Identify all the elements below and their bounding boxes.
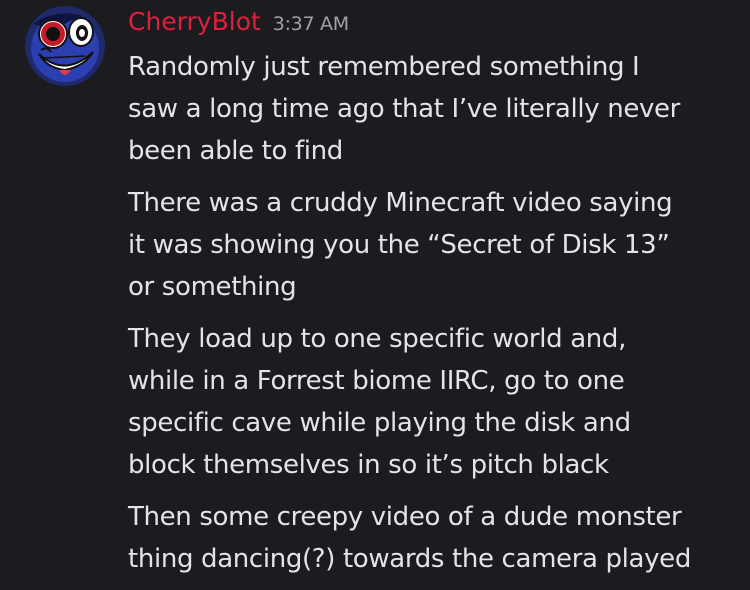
avatar[interactable] — [25, 6, 105, 86]
message-line: thing dancing(?) towards the camera play… — [128, 544, 691, 574]
message-line: Randomly just remembered something I — [128, 52, 640, 82]
message-line: Then some creepy video of a dude monster — [128, 502, 682, 532]
message-line: There was a cruddy Minecraft video sayin… — [128, 188, 673, 218]
message-paragraph: Then some creepy video of a dude monster… — [128, 496, 738, 580]
message-paragraph: They load up to one specific world and, … — [128, 318, 738, 486]
timestamp: 3:37 AM — [272, 13, 349, 35]
message-line: or something — [128, 272, 297, 302]
message-header: CherryBlot 3:37 AM — [128, 4, 349, 44]
message-line: while in a Forrest biome IIRC, go to one — [128, 366, 625, 396]
message-line: it was showing you the “Secret of Disk 1… — [128, 230, 670, 260]
message-line: block themselves in so it’s pitch black — [128, 450, 609, 480]
author-name[interactable]: CherryBlot — [128, 4, 261, 40]
message-line: specific cave while playing the disk and — [128, 408, 631, 438]
message-line: saw a long time ago that I’ve literally … — [128, 94, 680, 124]
message-line: been able to find — [128, 136, 343, 166]
message-body: Randomly just remembered something I saw… — [128, 46, 738, 590]
cartoon-face-avatar-icon — [25, 6, 105, 86]
message-paragraph: There was a cruddy Minecraft video sayin… — [128, 182, 738, 308]
message-line: They load up to one specific world and, — [128, 324, 626, 354]
chat-message: CherryBlot 3:37 AM Randomly just remembe… — [0, 0, 750, 590]
message-paragraph: Randomly just remembered something I saw… — [128, 46, 738, 172]
